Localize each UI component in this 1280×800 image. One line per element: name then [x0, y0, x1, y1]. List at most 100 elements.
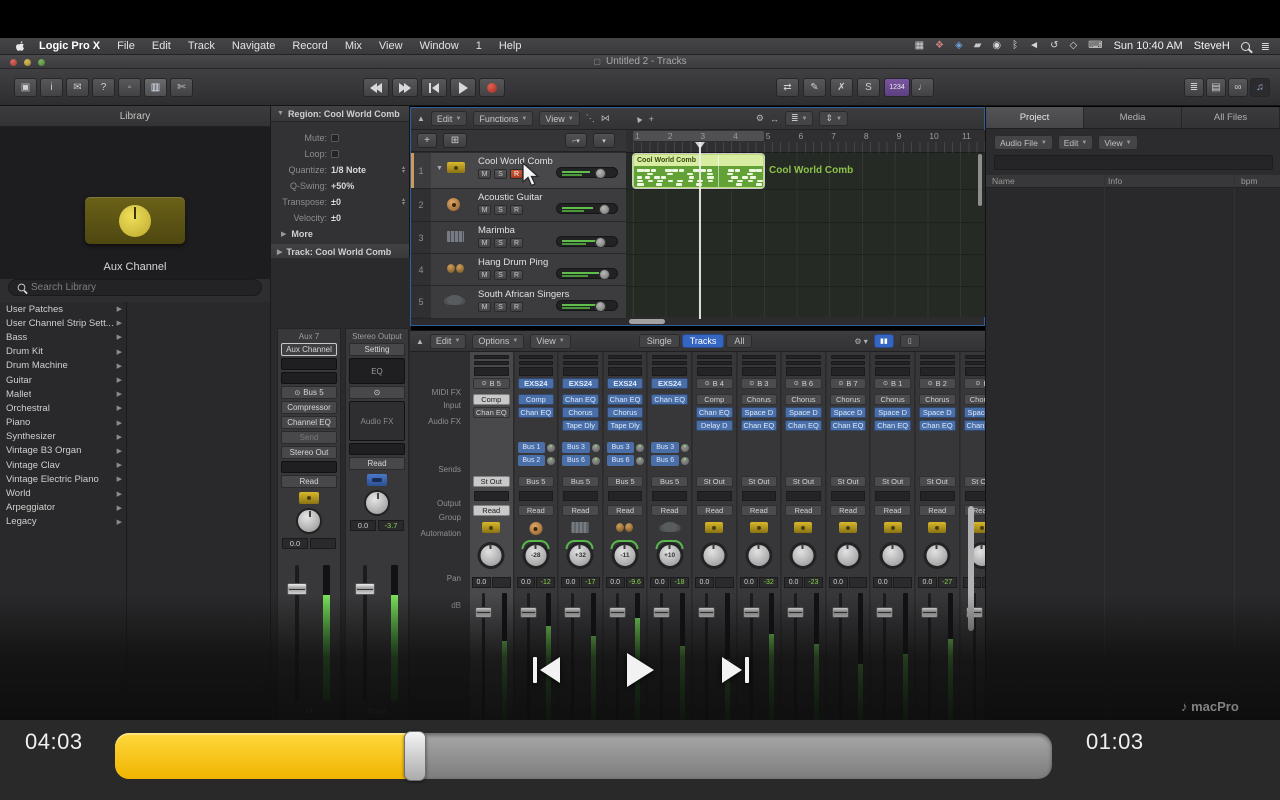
bluetooth-icon[interactable]: ᛒ: [1012, 41, 1018, 51]
menu-item-1[interactable]: 1: [476, 40, 482, 52]
automation-slot[interactable]: Read: [607, 505, 644, 516]
audio-fx-chorus[interactable]: Chorus: [964, 394, 985, 405]
send-knob[interactable]: [636, 457, 644, 465]
zoom-horizontal-menu[interactable]: ≣▼: [785, 111, 814, 126]
group-slot[interactable]: [831, 491, 866, 501]
input-slot[interactable]: ⊙B 6: [785, 378, 822, 389]
input-slot[interactable]: ⊙B 3: [741, 378, 778, 389]
group-slot[interactable]: [563, 491, 598, 501]
output-slot[interactable]: St Out: [473, 476, 510, 487]
send-knob[interactable]: [636, 444, 644, 452]
pan-knob[interactable]: [790, 542, 817, 569]
output-slot[interactable]: St Out: [785, 476, 822, 487]
audio-fx-chorus[interactable]: Chorus: [874, 394, 911, 405]
settings-gear-icon[interactable]: ⚙ ▾: [854, 337, 867, 346]
midi-fx-slot[interactable]: [519, 367, 554, 376]
midi-fx-slot[interactable]: [563, 367, 598, 376]
group-slot[interactable]: [474, 491, 509, 501]
audio-fx-chorus[interactable]: Chorus: [607, 407, 644, 418]
mute-button[interactable]: M: [478, 169, 491, 179]
apple-menu-icon[interactable]: [14, 40, 25, 53]
send-slot[interactable]: Send: [281, 431, 337, 444]
pan-knob[interactable]: +32: [567, 542, 594, 569]
messages-icon[interactable]: ▰: [974, 41, 982, 51]
setting-button[interactable]: Setting: [349, 343, 405, 356]
send-bus-6[interactable]: Bus 6: [607, 455, 635, 466]
input-menu-icon[interactable]: ⌨: [1088, 41, 1102, 51]
input-slot[interactable]: ⊙B 1: [874, 378, 911, 389]
zoom-window-button[interactable]: [38, 59, 45, 66]
playhead-line[interactable]: [699, 142, 701, 319]
colorsync-icon[interactable]: ❖: [935, 41, 944, 51]
mixer-menu-view[interactable]: View▼: [530, 334, 570, 349]
audio-fx-chorus[interactable]: Chorus: [919, 394, 956, 405]
wifi-icon[interactable]: ◇: [1069, 41, 1077, 51]
universal-access-icon[interactable]: ◉: [992, 41, 1001, 51]
pan-knob[interactable]: -11: [612, 542, 639, 569]
library-search-field[interactable]: Search Library: [8, 279, 262, 296]
tracks-menu-view[interactable]: View▼: [539, 111, 579, 126]
volume-knob[interactable]: [599, 204, 610, 215]
pan-knob[interactable]: [745, 542, 772, 569]
region-field-transpose[interactable]: Transpose:±0▴▾: [271, 194, 411, 210]
pan-knob[interactable]: [924, 542, 951, 569]
browser-column-bpm[interactable]: bpm: [1241, 176, 1258, 186]
disclosure-triangle-icon[interactable]: ▼: [277, 110, 284, 117]
output-slot[interactable]: St Out: [964, 476, 985, 487]
back-arrow-icon[interactable]: ▲: [417, 114, 425, 123]
library-item-user-patches[interactable]: User Patches▶: [0, 302, 126, 316]
automation-slot[interactable]: Read: [741, 505, 778, 516]
midi-fx-slot[interactable]: [965, 367, 985, 376]
region-field-velocity[interactable]: Velocity:±0: [271, 210, 411, 226]
mute-button[interactable]: M: [478, 302, 491, 312]
send-bus-6[interactable]: Bus 6: [562, 455, 590, 466]
pan-knob[interactable]: [296, 508, 322, 534]
send-bus-3[interactable]: Bus 3: [607, 442, 635, 453]
library-item-user-channel-strip-sett[interactable]: User Channel Strip Sett...▶: [0, 316, 126, 330]
mixer-menu-edit[interactable]: Edit▼: [430, 334, 466, 349]
disclosure-triangle-icon[interactable]: ▶: [277, 248, 282, 256]
automation-read-button[interactable]: Read: [281, 475, 337, 488]
meters-icon[interactable]: ▥: [144, 78, 167, 97]
checkbox[interactable]: [331, 134, 339, 142]
track-number-2[interactable]: 2: [411, 189, 431, 222]
close-window-button[interactable]: [10, 59, 17, 66]
airplay-icon[interactable]: ◈: [955, 41, 963, 51]
time-machine-icon[interactable]: ↺: [1050, 41, 1058, 51]
track-volume-slider[interactable]: [556, 268, 618, 279]
browser-tab-media[interactable]: Media: [1084, 107, 1182, 128]
input-slot[interactable]: ⊙B 7: [830, 378, 867, 389]
send-knob[interactable]: [681, 457, 689, 465]
automation-slot[interactable]: Read: [562, 505, 599, 516]
pan-knob[interactable]: -28: [522, 542, 549, 569]
output-slot[interactable]: Bus 5: [651, 476, 688, 487]
region-field-q-swing[interactable]: Q-Swing:+50%: [271, 178, 411, 194]
midi-fx-slot[interactable]: [474, 367, 509, 376]
audio-fx-comp[interactable]: Comp: [518, 394, 555, 405]
record-enable-button[interactable]: R: [510, 238, 523, 248]
tools-icon[interactable]: ✄: [170, 78, 193, 97]
cycle-button[interactable]: ⇄: [776, 78, 799, 97]
send-bus-6[interactable]: Bus 6: [651, 455, 679, 466]
record-enable-button[interactable]: R: [510, 302, 523, 312]
browser-tab-project[interactable]: Project: [986, 107, 1084, 128]
audio-fx-chan-eq[interactable]: Chan EQ: [830, 420, 867, 431]
menu-item-help[interactable]: Help: [499, 40, 522, 52]
next-video-button[interactable]: [722, 657, 749, 683]
region-field-mute[interactable]: Mute:: [271, 130, 411, 146]
audio-fx-comp[interactable]: Comp: [696, 394, 733, 405]
midi-fx-slot[interactable]: [831, 367, 866, 376]
metronome-button[interactable]: ♩: [911, 78, 934, 97]
settings-gear-icon[interactable]: ⚙: [756, 113, 764, 124]
pan-knob[interactable]: [701, 542, 728, 569]
replace-button[interactable]: ✗: [830, 78, 853, 97]
audio-fx-chan-eq[interactable]: Chan EQ: [964, 420, 985, 431]
volume-knob[interactable]: [599, 269, 610, 280]
browser-menu-edit[interactable]: Edit▼: [1058, 135, 1094, 150]
audio-fx-chan-eq[interactable]: Chan EQ: [518, 407, 555, 418]
automation-slot[interactable]: Read: [919, 505, 956, 516]
inspector-icon[interactable]: i: [40, 78, 63, 97]
plugin-button-compressor[interactable]: Compressor: [281, 401, 337, 414]
automation-slot[interactable]: Read: [964, 505, 985, 516]
seek-bar[interactable]: [115, 733, 1052, 779]
